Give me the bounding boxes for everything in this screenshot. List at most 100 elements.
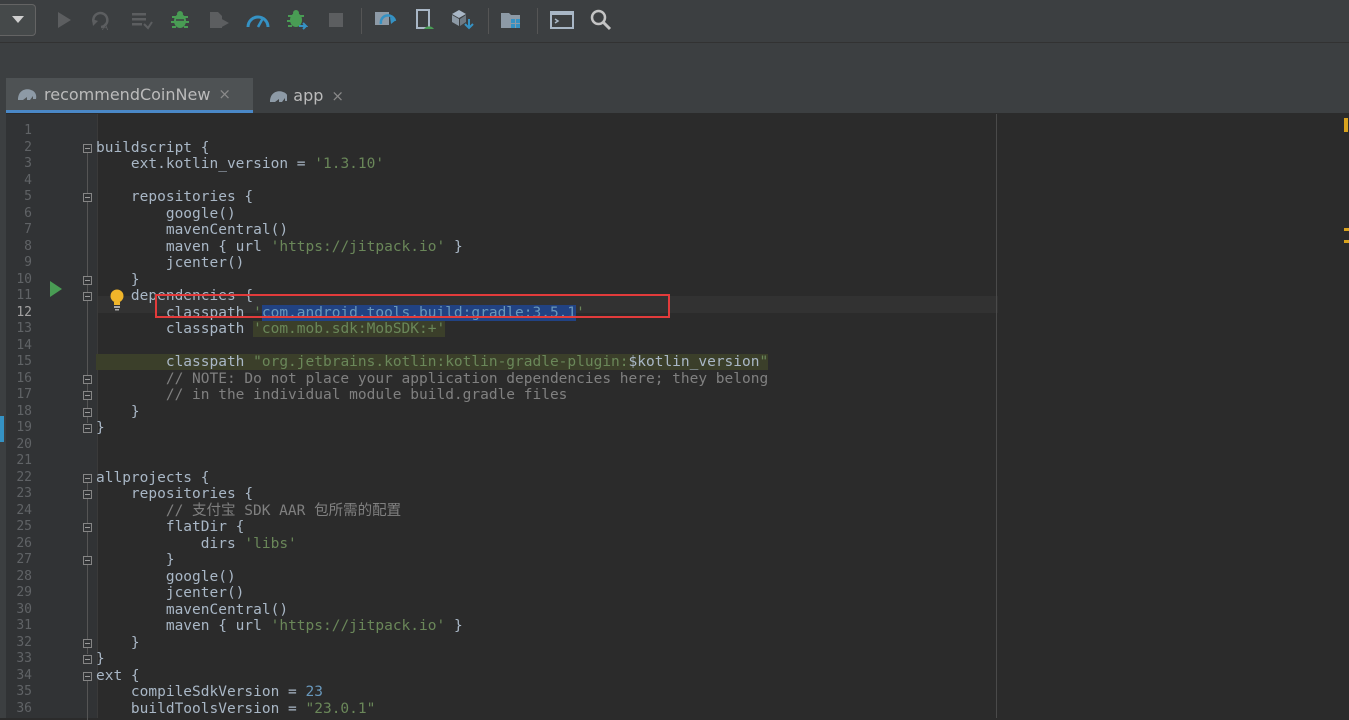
line-number[interactable]: 34 [6,668,32,685]
fold-toggle-icon[interactable] [83,490,92,499]
coverage-button[interactable] [205,6,233,34]
code-line[interactable]: allprojects { [96,470,210,487]
line-number[interactable]: 23 [6,486,32,503]
line-number[interactable]: 29 [6,585,32,602]
project-structure-button[interactable] [498,6,526,34]
fold-toggle-icon[interactable] [83,375,92,384]
line-number[interactable]: 8 [6,239,32,256]
apply-changes-button[interactable]: A [87,6,115,34]
line-number[interactable]: 15 [6,354,32,371]
fold-toggle-icon[interactable] [83,144,92,153]
code-line[interactable]: jcenter() [96,585,244,602]
line-number[interactable]: 21 [6,453,32,470]
code-line[interactable]: google() [96,569,236,586]
line-number[interactable]: 25 [6,519,32,536]
code-line[interactable]: } [96,651,105,668]
line-number[interactable]: 24 [6,503,32,520]
fold-toggle-icon[interactable] [83,292,92,301]
line-number[interactable]: 4 [6,173,32,190]
line-number[interactable]: 18 [6,404,32,421]
code-line[interactable]: maven { url 'https://jitpack.io' } [96,239,463,256]
line-number[interactable]: 12 [6,305,32,322]
line-number[interactable]: 26 [6,536,32,553]
code-line[interactable]: classpath "org.jetbrains.kotlin:kotlin-g… [96,354,768,371]
code-line[interactable]: } [96,420,105,437]
line-number[interactable]: 22 [6,470,32,487]
stop-button[interactable] [322,6,350,34]
code-line[interactable]: compileSdkVersion = 23 [96,684,323,701]
code-line[interactable]: } [96,635,140,652]
line-number[interactable]: 2 [6,140,32,157]
search-button[interactable] [587,6,615,34]
fold-toggle-icon[interactable] [83,408,92,417]
line-number[interactable]: 9 [6,255,32,272]
sync-gradle-button[interactable] [371,6,399,34]
avd-manager-button[interactable] [411,6,439,34]
line-number[interactable]: 10 [6,272,32,289]
sdk-manager-button[interactable] [448,6,476,34]
code-line[interactable]: ext { [96,668,140,685]
fold-toggle-icon[interactable] [83,672,92,681]
code-line[interactable]: } [96,552,175,569]
line-number[interactable]: 20 [6,437,32,454]
code-line[interactable]: repositories { [96,189,253,206]
fold-toggle-icon[interactable] [83,391,92,400]
code-line[interactable]: maven { url 'https://jitpack.io' } [96,618,463,635]
run-button[interactable] [50,6,78,34]
code-line[interactable]: flatDir { [96,519,244,536]
intention-bulb[interactable] [109,289,125,315]
code-line[interactable]: // in the individual module build.gradle… [96,387,567,404]
line-number[interactable]: 1 [6,123,32,140]
code-line[interactable]: mavenCentral() [96,602,288,619]
terminal-button[interactable] [548,6,576,34]
code-line[interactable]: classpath 'com.mob.sdk:MobSDK:+' [96,321,445,338]
code-line[interactable]: ext.kotlin_version = '1.3.10' [96,156,384,173]
fold-toggle-icon[interactable] [83,193,92,202]
run-gutter-button[interactable] [49,281,63,301]
code-line[interactable]: buildToolsVersion = "23.0.1" [96,701,375,718]
tool-window-marker[interactable] [0,416,4,442]
fold-toggle-icon[interactable] [83,276,92,285]
close-tab-icon[interactable]: × [331,87,344,105]
line-number[interactable]: 14 [6,338,32,355]
code-line[interactable]: mavenCentral() [96,222,288,239]
line-number[interactable]: 33 [6,651,32,668]
code-line[interactable]: // 支付宝 SDK AAR 包所需的配置 [96,503,401,520]
close-tab-icon[interactable]: × [218,85,231,103]
line-number[interactable]: 19 [6,420,32,437]
line-number[interactable]: 5 [6,189,32,206]
tab-app[interactable]: app × [258,78,354,113]
code-line[interactable]: } [96,404,140,421]
line-number[interactable]: 6 [6,206,32,223]
line-number[interactable]: 3 [6,156,32,173]
profile-button[interactable] [244,6,272,34]
line-number[interactable]: 36 [6,701,32,718]
warning-stripe-marker[interactable] [1344,228,1349,231]
fold-toggle-icon[interactable] [83,474,92,483]
code-line[interactable]: google() [96,206,236,223]
fold-toggle-icon[interactable] [83,424,92,433]
fold-toggle-icon[interactable] [83,639,92,648]
line-number[interactable]: 32 [6,635,32,652]
warning-stripe-marker[interactable] [1344,240,1349,243]
code-line[interactable]: } [96,272,140,289]
attach-debugger-button[interactable] [283,6,311,34]
line-number[interactable]: 28 [6,569,32,586]
line-number[interactable]: 35 [6,684,32,701]
code-area[interactable]: buildscript { ext.kotlin_version = '1.3.… [96,114,996,718]
code-line[interactable]: buildscript { [96,140,210,157]
tab-recommendcoinnew[interactable]: recommendCoinNew × [6,78,253,113]
line-number[interactable]: 31 [6,618,32,635]
code-line[interactable]: jcenter() [96,255,244,272]
fold-toggle-icon[interactable] [83,655,92,664]
debug-button[interactable] [166,6,194,34]
code-line[interactable]: repositories { [96,486,253,503]
line-number[interactable]: 16 [6,371,32,388]
apply-code-changes-button[interactable] [128,6,156,34]
code-line[interactable]: dirs 'libs' [96,536,297,553]
warning-stripe-marker[interactable] [1344,118,1348,132]
line-number[interactable]: 17 [6,387,32,404]
code-line[interactable]: // NOTE: Do not place your application d… [96,371,768,388]
line-number[interactable]: 13 [6,321,32,338]
line-number[interactable]: 11 [6,288,32,305]
